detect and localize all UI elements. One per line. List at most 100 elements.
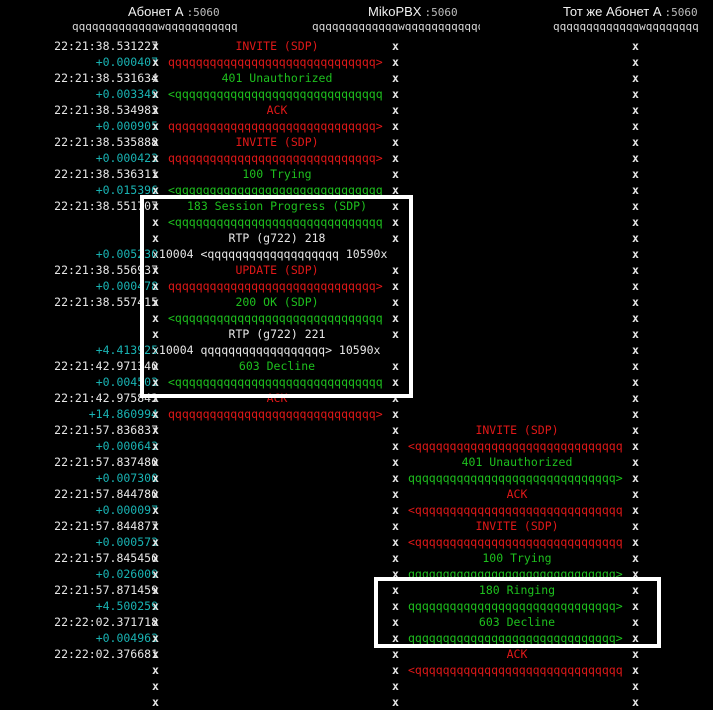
lifeline-c: x bbox=[632, 535, 639, 549]
lifeline-c: x bbox=[632, 551, 639, 565]
lifeline-c: x bbox=[632, 183, 639, 197]
lifeline-c: x bbox=[632, 71, 639, 85]
timestamp: 22:22:02.371718 bbox=[54, 615, 158, 629]
lifeline-c: x bbox=[632, 679, 639, 693]
message-arrow: qqqqqqqqqqqqqqqqqqqqqqqqqqqqqq> bbox=[168, 119, 383, 133]
timestamp: 22:21:38.535888 bbox=[54, 135, 158, 149]
flow-row: 22:21:38.531227 x x x INVITE (SDP) bbox=[0, 38, 713, 54]
message-label: INVITE (SDP) bbox=[475, 519, 559, 533]
message-arrow: <qqqqqqqqqqqqqqqqqqqqqqqqqqqqqq bbox=[168, 87, 383, 101]
lifeline-a: x bbox=[152, 551, 159, 565]
lifeline-a: x bbox=[152, 567, 159, 581]
lifeline-a: x bbox=[152, 631, 159, 645]
lifeline-a: x bbox=[152, 663, 159, 677]
lifeline-c: x bbox=[632, 327, 639, 341]
lifeline-a: x bbox=[152, 151, 159, 165]
lifeline-c: x bbox=[632, 663, 639, 677]
lifeline-a: x bbox=[152, 135, 159, 149]
flow-row: +0.000423 x x x qqqqqqqqqqqqqqqqqqqqqqqqqqqq… bbox=[0, 150, 713, 166]
lifeline-c: x bbox=[632, 519, 639, 533]
time-delta: +4.500259 bbox=[95, 599, 158, 613]
lifeline-a: x bbox=[152, 407, 159, 421]
lifeline-c: x bbox=[632, 439, 639, 453]
lifeline-a: x bbox=[152, 647, 159, 661]
lifeline-b: x bbox=[392, 87, 399, 101]
lifeline-c: x bbox=[632, 263, 639, 277]
time-delta: +0.003349 bbox=[95, 87, 158, 101]
flow-row: 22:21:38.531634 x x x 401 Unauthorized bbox=[0, 70, 713, 86]
timestamp: 22:21:57.837480 bbox=[54, 455, 158, 469]
lifeline-b: x bbox=[392, 103, 399, 117]
timestamp: 22:21:57.871459 bbox=[54, 583, 158, 597]
time-delta: +0.000407 bbox=[95, 55, 158, 69]
lifeline-b: x bbox=[392, 519, 399, 533]
timestamp: 22:21:57.845450 bbox=[54, 551, 158, 565]
lifeline-a: x bbox=[152, 471, 159, 485]
endpoint-a2-title: Тот же Абонет А:5060 bbox=[563, 4, 698, 19]
lifeline-c: x bbox=[632, 55, 639, 69]
lifeline-b: x bbox=[392, 423, 399, 437]
lifeline-b: x bbox=[392, 39, 399, 53]
timestamp: 22:22:02.376681 bbox=[54, 647, 158, 661]
flow-row: 22:21:57.844780 x x x ACK bbox=[0, 486, 713, 502]
flow-row: +0.000905 x x x qqqqqqqqqqqqqqqqqqqqqqqqqqqq… bbox=[0, 118, 713, 134]
lifeline-c: x bbox=[632, 87, 639, 101]
lifeline-c: x bbox=[632, 215, 639, 229]
lifeline-b: x bbox=[392, 647, 399, 661]
lifeline-c: x bbox=[632, 231, 639, 245]
message-arrow: <qqqqqqqqqqqqqqqqqqqqqqqqqqqqqq bbox=[408, 503, 623, 517]
lifeline-c: x bbox=[632, 503, 639, 517]
message-label: ACK bbox=[266, 103, 288, 117]
lifeline-c: x bbox=[632, 407, 639, 421]
lifeline-a: x bbox=[152, 679, 159, 693]
lifeline-a: x bbox=[152, 103, 159, 117]
lifeline-b: x bbox=[392, 407, 399, 421]
lifeline-a: x bbox=[152, 439, 159, 453]
lifeline-c: x bbox=[632, 647, 639, 661]
message-arrow: qqqqqqqqqqqqqqqqqqqqqqqqqqqqqq> bbox=[408, 471, 623, 485]
time-delta: +0.000423 bbox=[95, 151, 158, 165]
top-rule-a: qqqqqqqqqqqqqwqqqqqqqqqqq bbox=[72, 21, 238, 33]
timestamp: 22:21:38.531634 bbox=[54, 71, 158, 85]
time-delta: +0.026009 bbox=[95, 567, 158, 581]
flow-row: 22:21:57.837480 x x x 401 Unauthorized bbox=[0, 454, 713, 470]
lifeline-a: x bbox=[152, 583, 159, 597]
lifeline-a: x bbox=[152, 167, 159, 181]
lifeline-a: x bbox=[152, 87, 159, 101]
lifeline-b: x bbox=[392, 167, 399, 181]
flow-row: 22:21:38.534983 x x x ACK bbox=[0, 102, 713, 118]
lifeline-a: x bbox=[152, 695, 159, 709]
flow-row: +0.007300 x x x qqqqqqqqqqqqqqqqqqqqqqqqqqqq… bbox=[0, 470, 713, 486]
lifeline-a: x bbox=[152, 455, 159, 469]
lifeline-c: x bbox=[632, 311, 639, 325]
endpoint-a-title: Абонет А:5060 bbox=[128, 4, 220, 19]
lifeline-a: x bbox=[152, 119, 159, 133]
lifeline-b: x bbox=[392, 695, 399, 709]
lifeline-b: x bbox=[392, 487, 399, 501]
lifeline-b: x bbox=[392, 151, 399, 165]
message-label: 100 Trying bbox=[242, 167, 312, 181]
lifeline-b: x bbox=[392, 55, 399, 69]
message-arrow: <qqqqqqqqqqqqqqqqqqqqqqqqqqqqqq bbox=[408, 663, 623, 677]
lifeline-c: x bbox=[632, 295, 639, 309]
timestamp: 22:21:38.534983 bbox=[54, 103, 158, 117]
message-label: INVITE (SDP) bbox=[235, 39, 319, 53]
highlight-box-second-call bbox=[374, 577, 661, 648]
lifeline-a: x bbox=[152, 535, 159, 549]
flow-row: +0.000643 x x x <qqqqqqqqqqqqqqqqqqqqqqqqqqq… bbox=[0, 438, 713, 454]
lifeline-b: x bbox=[392, 663, 399, 677]
endpoint-header: Абонет А:5060 MikoPBX:5060 Тот же Абонет… bbox=[0, 0, 713, 20]
message-label: INVITE (SDP) bbox=[475, 423, 559, 437]
lifeline-a: x bbox=[152, 503, 159, 517]
flow-row: xxx bbox=[0, 694, 713, 710]
lifeline-b: x bbox=[392, 679, 399, 693]
flow-row: +0.000573 x x x <qqqqqqqqqqqqqqqqqqqqqqqqqqq… bbox=[0, 534, 713, 550]
time-delta: +0.004963 bbox=[95, 631, 158, 645]
lifeline-a: x bbox=[152, 599, 159, 613]
highlight-box-first-call bbox=[140, 195, 413, 398]
flow-row: 22:21:57.836837 x x x INVITE (SDP) bbox=[0, 422, 713, 438]
flow-row: +14.860994 x x x qqqqqqqqqqqqqqqqqqqqqqqqqqq… bbox=[0, 406, 713, 422]
time-delta: +0.007300 bbox=[95, 471, 158, 485]
lifeline-c: x bbox=[632, 487, 639, 501]
lifeline-a: x bbox=[152, 423, 159, 437]
